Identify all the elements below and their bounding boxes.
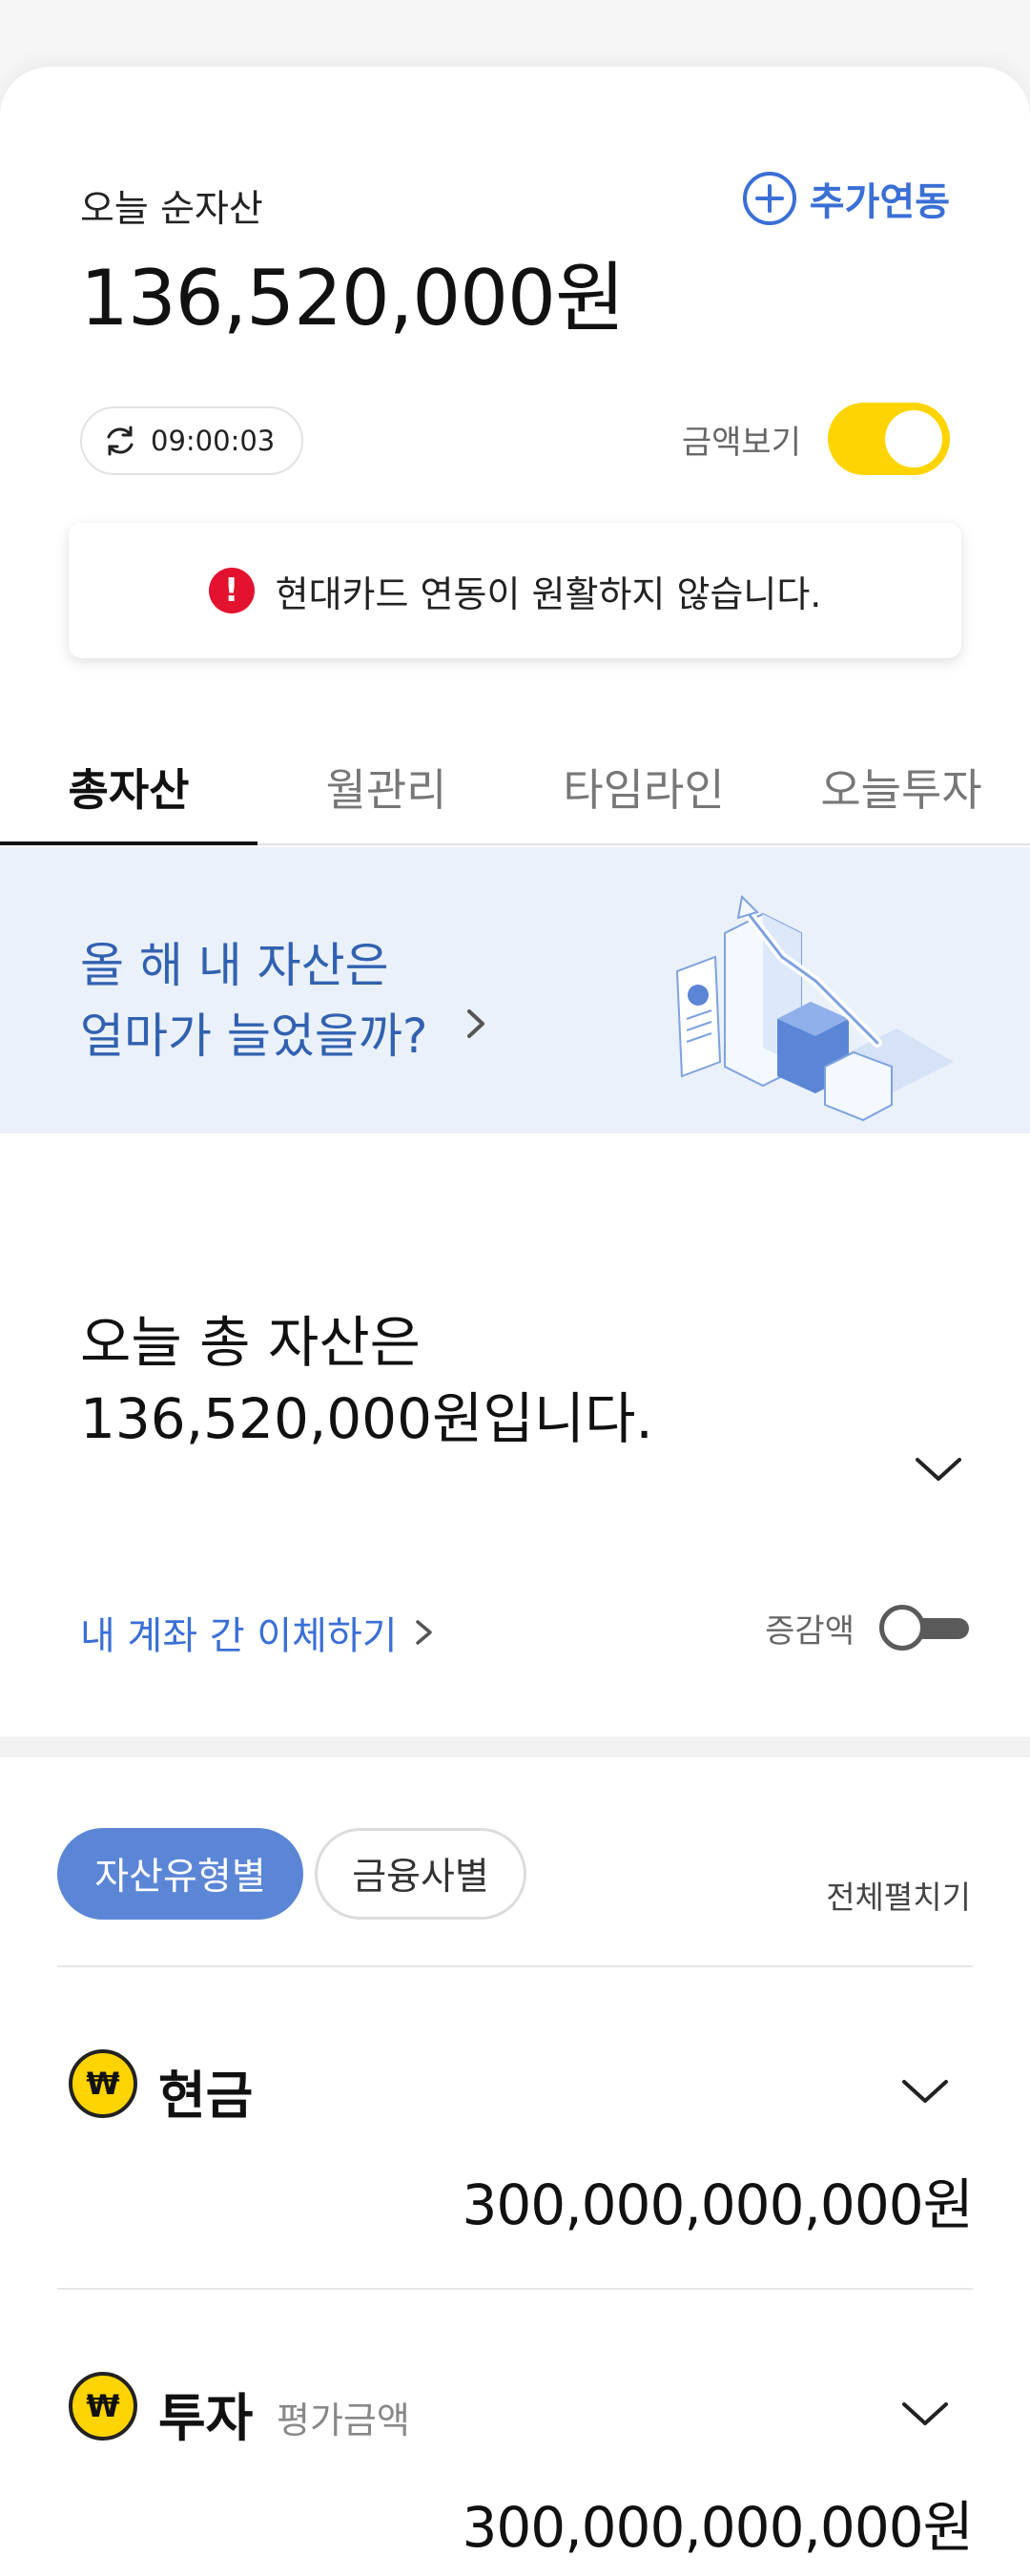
delta-control: 증감액: [765, 1603, 973, 1652]
asset-row-cash[interactable]: ₩ 현금 300,000,000,000원: [57, 1977, 974, 2282]
asset-name: 현금: [158, 2066, 254, 2126]
banner-line-1: 올 해 내 자산은: [80, 938, 389, 993]
net-assets-value: 136,520,000원: [80, 254, 626, 343]
toggle-knob: [879, 1605, 925, 1651]
alert-message: 현대카드 연동이 원활하지 않습니다.: [275, 572, 822, 615]
plus-circle-icon: [742, 172, 796, 225]
chevron-down-icon[interactable]: [896, 2395, 954, 2433]
refresh-icon: [107, 426, 134, 456]
asset-name: 투자: [158, 2388, 254, 2448]
delta-toggle[interactable]: [879, 1603, 973, 1652]
total-assets-value: 136,520,000원입니다.: [80, 1386, 653, 1451]
transfer-between-accounts-link[interactable]: 내 계좌 간 이체하기: [80, 1605, 436, 1660]
asset-subtitle: 평가금액: [277, 2399, 410, 2441]
add-link-button[interactable]: 추가연동: [741, 170, 950, 227]
amount-view-control: 금액보기: [682, 403, 950, 475]
growth-chart-illustration-icon: [675, 894, 954, 1122]
main-tabs: 총자산 월관리 타임라인 오늘투자: [0, 735, 1030, 845]
tab-monthly[interactable]: 월관리: [258, 735, 515, 843]
asset-amount: 300,000,000,000원: [462, 2495, 974, 2560]
tab-total-assets[interactable]: 총자산: [0, 735, 258, 845]
connection-alert[interactable]: ! 현대카드 연동이 원활하지 않습니다.: [69, 523, 961, 658]
asset-row-investment[interactable]: ₩ 투자 평가금액 300,000,000,000원: [57, 2299, 974, 2576]
chevron-down-icon[interactable]: [910, 1450, 967, 1488]
sync-time: 09:00:03: [151, 425, 276, 457]
refresh-button[interactable]: 09:00:03: [80, 406, 304, 475]
list-divider: [57, 1965, 973, 1967]
delta-label: 증감액: [765, 1611, 855, 1651]
banner-line-2: 얼마가 늘었을까?: [80, 1008, 428, 1064]
transfer-link-label: 내 계좌 간 이체하기: [80, 1614, 398, 1658]
main-sheet: 오늘 순자산 136,520,000원 추가연동 09:00:03 금액보기 !…: [0, 67, 1030, 2576]
amount-view-label: 금액보기: [681, 423, 801, 462]
chevron-right-icon: [467, 1009, 484, 1038]
won-coin-icon: ₩: [69, 2049, 137, 2118]
add-link-label: 추가연동: [809, 180, 950, 224]
filter-chip-asset-type[interactable]: 자산유형별: [57, 1828, 303, 1920]
growth-banner[interactable]: 올 해 내 자산은 얼마가 늘었을까?: [0, 847, 1030, 1133]
chevron-right-icon: [415, 1620, 432, 1645]
toggle-knob: [885, 410, 942, 467]
tab-timeline[interactable]: 타임라인: [515, 735, 772, 843]
error-icon: !: [208, 568, 255, 613]
won-coin-icon: ₩: [69, 2372, 137, 2441]
total-assets-heading: 오늘 총 자산은: [80, 1310, 422, 1375]
filter-chip-institution[interactable]: 금융사별: [315, 1828, 526, 1920]
tab-today-invest[interactable]: 오늘투자: [772, 735, 1030, 843]
net-assets-label: 오늘 순자산: [80, 188, 263, 231]
asset-amount: 300,000,000,000원: [462, 2172, 974, 2237]
list-divider: [57, 2288, 973, 2290]
amount-view-toggle[interactable]: [828, 403, 950, 475]
expand-all-button[interactable]: 전체펼치기: [826, 1872, 971, 1918]
chevron-down-icon[interactable]: [896, 2072, 954, 2110]
section-divider: [0, 1736, 1030, 1757]
